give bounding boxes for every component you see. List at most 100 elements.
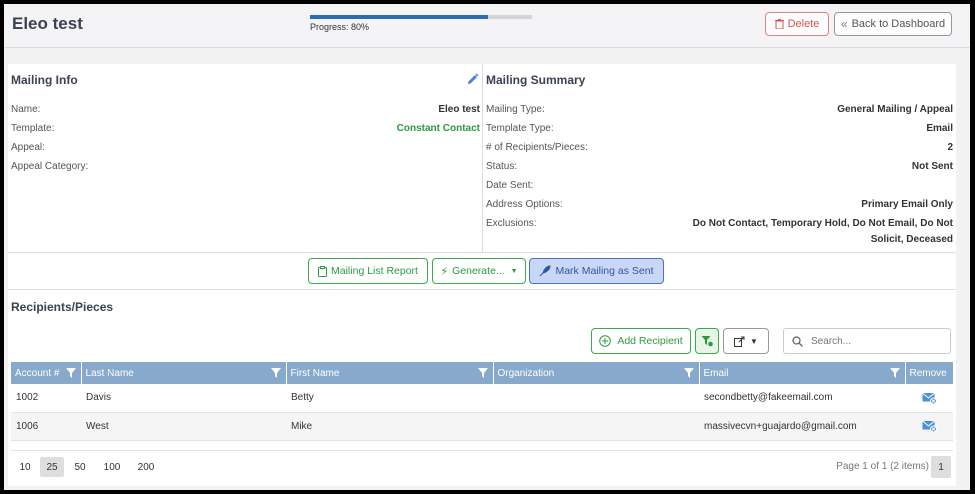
recipients-section: Recipients/Pieces Add Recipient ▼ Accoun… [8, 290, 956, 486]
summary-key: Date Sent: [486, 180, 534, 191]
search-box[interactable] [783, 328, 951, 354]
progress-fill [310, 15, 488, 19]
generate-dropdown-button[interactable]: ⚡ Generate... ▼ [432, 258, 526, 284]
export-dropdown-button[interactable]: ▼ [723, 328, 769, 354]
column-header-email[interactable]: Email [699, 362, 906, 384]
cell-email: massivecvn+guajardo@gmail.com [699, 412, 905, 441]
summary-key: Template Type: [486, 123, 554, 134]
column-header-organization[interactable]: Organization [493, 362, 700, 384]
plus-circle-icon [599, 335, 612, 347]
summary-value: Not Sent [911, 161, 953, 172]
double-chevron-left-icon: « [840, 17, 848, 31]
column-header-remove: Remove [905, 362, 953, 384]
cell-account: 1006 [11, 412, 81, 441]
column-filter-icon[interactable] [477, 368, 488, 378]
search-icon [792, 335, 803, 347]
back-label: Back to Dashboard [851, 18, 946, 30]
back-to-dashboard-button[interactable]: « Back to Dashboard [834, 12, 952, 36]
cell-last-name: Davis [81, 384, 286, 413]
recipients-table: Account # Last Name First Name Organizat… [11, 362, 953, 441]
progress-label: Progress: 80% [310, 22, 370, 32]
info-key: Appeal: [11, 142, 45, 153]
caret-down-icon: ▼ [510, 267, 518, 275]
summary-value: General Mailing / Appeal [837, 104, 953, 115]
progress-bar [310, 15, 532, 19]
edit-pencil-icon[interactable] [466, 73, 479, 86]
lightning-icon: ⚡ [440, 265, 449, 278]
remove-email-icon[interactable] [921, 392, 937, 405]
summary-value: Email [926, 123, 953, 134]
clipboard-icon [318, 265, 328, 277]
cell-email: secondbetty@fakeemail.com [699, 384, 905, 413]
summary-row: Template Type: Email [486, 123, 953, 141]
cell-organization [493, 384, 699, 413]
column-filter-icon[interactable] [270, 368, 281, 378]
cell-last-name: West [81, 412, 286, 441]
column-label: Last Name [85, 367, 134, 379]
info-key: Appeal Category: [11, 161, 89, 172]
page-header: Eleo test Progress: 80% Delete « Back to… [4, 4, 970, 48]
info-value-template-link[interactable]: Constant Contact [397, 123, 480, 134]
info-key: Template: [11, 123, 55, 134]
table-header-row: Account # Last Name First Name Organizat… [11, 362, 953, 384]
info-value: Eleo test [438, 104, 480, 115]
summary-value: 2 [947, 142, 953, 153]
export-icon [734, 336, 745, 347]
summary-key: Status: [486, 161, 518, 172]
page-size-option[interactable]: 100 [98, 457, 126, 477]
cell-remove [905, 384, 953, 413]
summary-key: # of Recipients/Pieces: [486, 142, 588, 153]
search-input[interactable] [811, 335, 931, 347]
info-row-name: Name: Eleo test [11, 104, 480, 122]
delete-button[interactable]: Delete [765, 12, 829, 36]
column-label: Remove [909, 367, 947, 379]
add-recipient-label: Add Recipient [617, 335, 683, 347]
mailing-info-panel: Mailing Info Name: Eleo test Template: C… [8, 64, 483, 252]
summary-row-exclusions: Exclusions: Do Not Contact, Temporary Ho… [486, 218, 953, 252]
column-filter-icon[interactable] [683, 368, 694, 378]
mailing-list-report-button[interactable]: Mailing List Report [308, 258, 428, 284]
page-size-option[interactable]: 200 [132, 457, 160, 477]
column-header-first-name[interactable]: First Name [286, 362, 494, 384]
summary-value-line2: Solicit, Deceased [870, 234, 953, 245]
summary-key: Address Options: [486, 199, 563, 210]
column-header-account[interactable]: Account # [11, 362, 82, 384]
mark-mailing-sent-button[interactable]: Mark Mailing as Sent [529, 258, 664, 284]
column-filter-icon[interactable] [889, 368, 900, 378]
cell-account: 1002 [11, 384, 81, 413]
app-window: Eleo test Progress: 80% Delete « Back to… [4, 4, 970, 490]
summary-row: Date Sent: [486, 180, 953, 198]
summary-row: # of Recipients/Pieces: 2 [486, 142, 953, 160]
page-title: Eleo test [12, 14, 83, 33]
page-number-button[interactable]: 1 [931, 456, 951, 478]
column-label: Email [703, 367, 729, 379]
generate-label: Generate... [452, 265, 505, 277]
mailing-summary-title: Mailing Summary [486, 73, 586, 87]
page-size-option-selected[interactable]: 25 [40, 457, 64, 477]
report-label: Mailing List Report [331, 265, 418, 277]
filter-toggle-button[interactable] [695, 328, 719, 354]
cell-remove [905, 412, 953, 441]
table-row: 1002 Davis Betty secondbetty@fakeemail.c… [11, 384, 953, 413]
page-size-option[interactable]: 10 [14, 457, 36, 477]
column-filter-icon[interactable] [65, 368, 76, 378]
trash-icon [774, 19, 784, 29]
delete-label: Delete [787, 18, 820, 30]
info-row-template: Template: Constant Contact [11, 123, 480, 141]
summary-value-line1: Do Not Contact, Temporary Hold, Do Not E… [692, 218, 953, 229]
mark-sent-label: Mark Mailing as Sent [555, 265, 654, 277]
column-label: Organization [497, 367, 555, 379]
action-bar: Mailing List Report ⚡ Generate... ▼ Mark… [8, 252, 956, 290]
summary-value: Primary Email Only [861, 199, 953, 210]
page-size-option[interactable]: 50 [68, 457, 92, 477]
page-info: Page 1 of 1 (2 items) [836, 461, 929, 472]
column-label: First Name [290, 367, 340, 379]
summary-key: Mailing Type: [486, 104, 545, 115]
cell-organization [493, 412, 699, 441]
column-header-last-name[interactable]: Last Name [81, 362, 287, 384]
caret-down-icon: ▼ [750, 336, 758, 346]
remove-email-icon[interactable] [921, 420, 937, 433]
table-row: 1006 West Mike massivecvn+guajardo@gmail… [11, 412, 953, 441]
add-recipient-button[interactable]: Add Recipient [591, 328, 691, 354]
cell-first-name: Mike [286, 412, 493, 441]
